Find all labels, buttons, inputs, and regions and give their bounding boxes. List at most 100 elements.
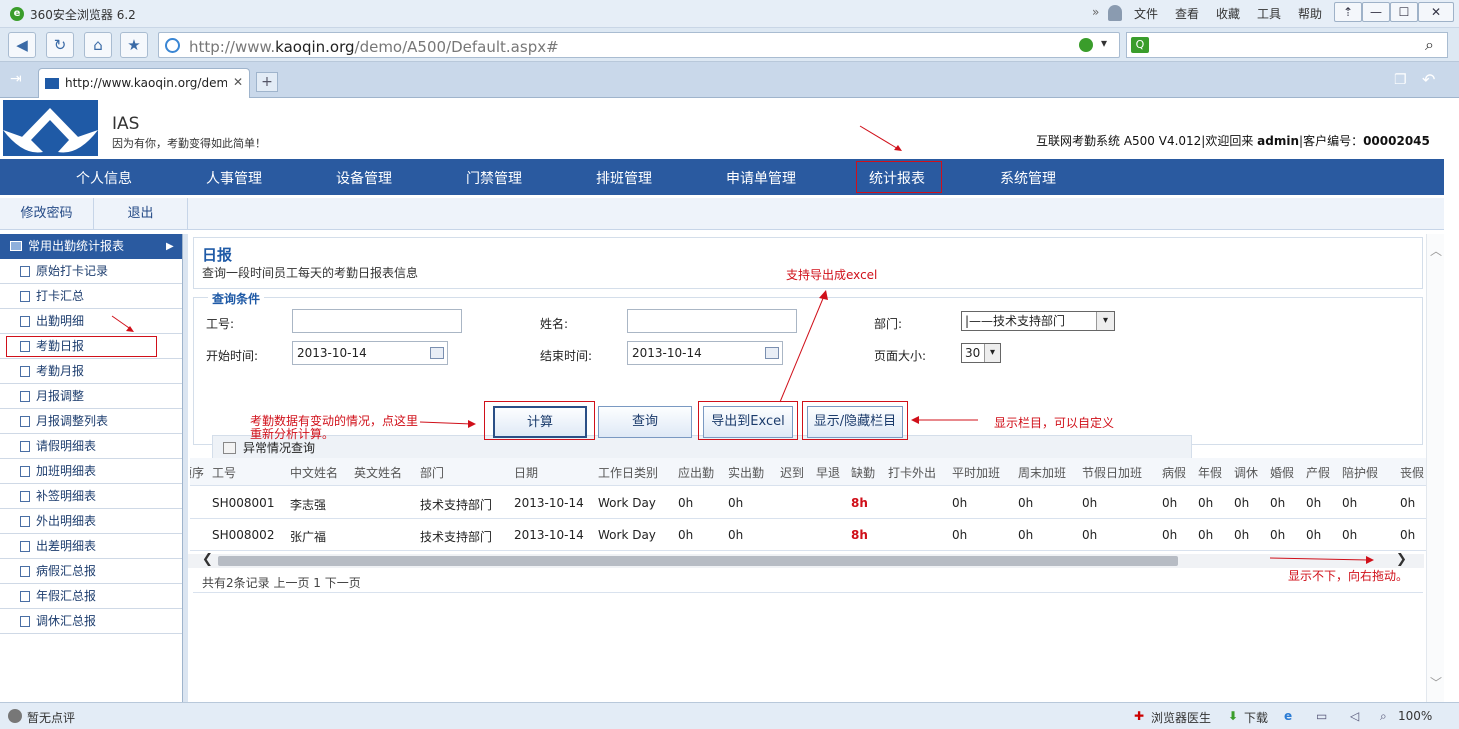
scroll-left-icon[interactable]: ❮ [202,552,213,567]
scroll-up-icon[interactable]: ︿ [1430,242,1442,259]
favorite-star-button[interactable]: ★ [120,32,148,58]
close-button[interactable]: ✕ [1418,2,1454,22]
grid-header-cell[interactable]: 部门 [420,464,444,481]
change-password-button[interactable]: 修改密码 [0,198,94,229]
grid-header-cell[interactable]: 应出勤 [678,464,714,481]
sidebar-item-sick-summary[interactable]: 病假汇总报 [0,559,182,584]
nav-reports[interactable]: 统计报表 [869,168,925,188]
ie-mode-icon[interactable] [1079,38,1093,52]
new-tab-button[interactable]: + [256,72,278,92]
emp-no-input[interactable] [292,309,462,333]
nav-scheduling[interactable]: 排班管理 [596,168,652,188]
sidebar-item-annual-summary[interactable]: 年假汇总报 [0,584,182,609]
menu-tools[interactable]: 工具 [1257,5,1281,22]
sidebar-item-trip-detail[interactable]: 出差明细表 [0,534,182,559]
nav-system[interactable]: 系统管理 [1000,168,1056,188]
minimize-button[interactable]: — [1362,2,1390,22]
zoom-icon[interactable]: ⌕ [1380,709,1387,724]
url-dropdown-icon[interactable]: ▾ [1101,36,1107,50]
screen-icon[interactable]: ▭ [1316,709,1327,723]
menu-view[interactable]: 查看 [1175,5,1199,22]
export-excel-button[interactable]: 导出到Excel [703,406,793,438]
refresh-button[interactable]: ↻ [46,32,74,58]
calc-button[interactable]: 计算 [493,406,587,438]
grid-header-cell[interactable]: 产假 [1306,464,1330,481]
sidebar-header[interactable]: 常用出勤统计报表 ▶ [0,234,182,259]
menu-favorites[interactable]: 收藏 [1216,5,1240,22]
search-engine-icon[interactable]: Q [1131,37,1149,53]
download-label[interactable]: 下载 [1244,709,1268,726]
url-input[interactable]: http://www.kaoqin.org/demo/A500/Default.… [158,32,1120,58]
sidebar-item-attendance-detail[interactable]: 出勤明细 [0,309,182,334]
grid-header-cell[interactable]: 工号 [212,464,236,481]
scroll-right-icon[interactable]: ❯ [1396,552,1407,567]
grid-header-cell[interactable]: 缺勤 [851,464,875,481]
scroll-down-icon[interactable]: ﹀ [1430,674,1442,691]
sidebar-item-monthly-adjust-list[interactable]: 月报调整列表 [0,409,182,434]
grid-header-cell[interactable]: 调休 [1234,464,1258,481]
tab-close-icon[interactable]: ✕ [233,75,243,89]
home-button[interactable]: ⌂ [84,32,112,58]
ie-icon[interactable]: e [1284,709,1292,723]
sidebar-item-daily-report[interactable]: 考勤日报 [0,334,182,359]
sidebar-item-raw-punch[interactable]: 原始打卡记录 [0,259,182,284]
sidebar-item-leave-detail[interactable]: 请假明细表 [0,434,182,459]
grid-header-cell[interactable]: 打卡外出 [888,464,936,481]
user-icon[interactable] [1108,5,1122,21]
sidebar-item-overtime-detail[interactable]: 加班明细表 [0,459,182,484]
pager[interactable]: 共有2条记录 上一页 1 下一页 [202,574,361,591]
maximize-button[interactable]: ☐ [1390,2,1418,22]
start-time-input[interactable]: 2013-10-14 [292,341,448,365]
menu-file[interactable]: 文件 [1134,5,1158,22]
sidebar-item-monthly-adjust[interactable]: 月报调整 [0,384,182,409]
name-input[interactable] [627,309,797,333]
doctor-icon[interactable]: ✚ [1134,709,1144,723]
volume-icon[interactable]: ◁ [1350,709,1359,723]
grid-header-cell[interactable]: 婚假 [1270,464,1294,481]
grid-header-cell[interactable]: 陪护假 [1342,464,1378,481]
sidebar-toggle-icon[interactable]: ⇥ [10,71,22,87]
query-button[interactable]: 查询 [598,406,692,438]
grid-header-cell[interactable]: 中文姓名 [290,464,338,481]
logout-button[interactable]: 退出 [94,198,188,229]
table-row[interactable]: SH008001 李志强 技术支持部门 2013-10-14 Work Day 0h 0h 8… [190,487,1426,519]
dept-select[interactable]: |——技术支持部门 ▾ [961,311,1115,331]
nav-device[interactable]: 设备管理 [336,168,392,188]
vertical-scrollbar[interactable]: ︿ ﹀ [1426,234,1444,702]
tab-list-icon[interactable]: ❐ [1394,72,1407,88]
sidebar-item-monthly-report[interactable]: 考勤月报 [0,359,182,384]
grid-header-cell[interactable]: 工作日类别 [598,464,658,481]
download-icon[interactable]: ⬇ [1228,709,1238,723]
sidebar-item-out-detail[interactable]: 外出明细表 [0,509,182,534]
grid-header-cell[interactable]: 病假 [1162,464,1186,481]
sidebar-item-compoff-summary[interactable]: 调休汇总报 [0,609,182,634]
grid-header-cell[interactable]: 实出勤 [728,464,764,481]
sidebar-item-punch-summary[interactable]: 打卡汇总 [0,284,182,309]
grid-header-cell[interactable]: 年假 [1198,464,1222,481]
page-size-select[interactable]: 30 ▾ [961,343,1001,363]
toggle-columns-button[interactable]: 显示/隐藏栏目 [807,406,903,438]
search-icon[interactable]: ⌕ [1425,35,1434,55]
grid-header-cell[interactable]: 顺序 [190,464,204,481]
undo-close-icon[interactable]: ↶ [1422,70,1435,89]
grid-header-cell[interactable]: 丧假 [1400,464,1424,481]
grid-header-cell[interactable]: 迟到 [780,464,804,481]
grid-header-cell[interactable]: 英文姓名 [354,464,402,481]
zoom-level[interactable]: 100% [1398,709,1432,723]
more-icon[interactable]: » [1092,5,1099,19]
horizontal-scrollbar[interactable]: ❮ ❯ [188,552,1424,568]
grid-header-cell[interactable]: 节假日加班 [1082,464,1142,481]
pin-icon[interactable]: ⇡ [1334,2,1362,22]
search-input[interactable]: Q ⌕ [1126,32,1448,58]
browser-doctor[interactable]: 浏览器医生 [1151,709,1211,726]
tab-active[interactable]: http://www.kaoqin.org/demo ✕ [38,68,250,98]
calendar-icon[interactable] [430,347,444,359]
nav-hr[interactable]: 人事管理 [206,168,262,188]
menu-help[interactable]: 帮助 [1298,5,1322,22]
grid-header-cell[interactable]: 平时加班 [952,464,1000,481]
grid-header-cell[interactable]: 早退 [816,464,840,481]
grid-header-cell[interactable]: 周末加班 [1018,464,1066,481]
end-time-input[interactable]: 2013-10-14 [627,341,783,365]
back-button[interactable]: ◀ [8,32,36,58]
nav-applications[interactable]: 申请单管理 [726,168,796,188]
